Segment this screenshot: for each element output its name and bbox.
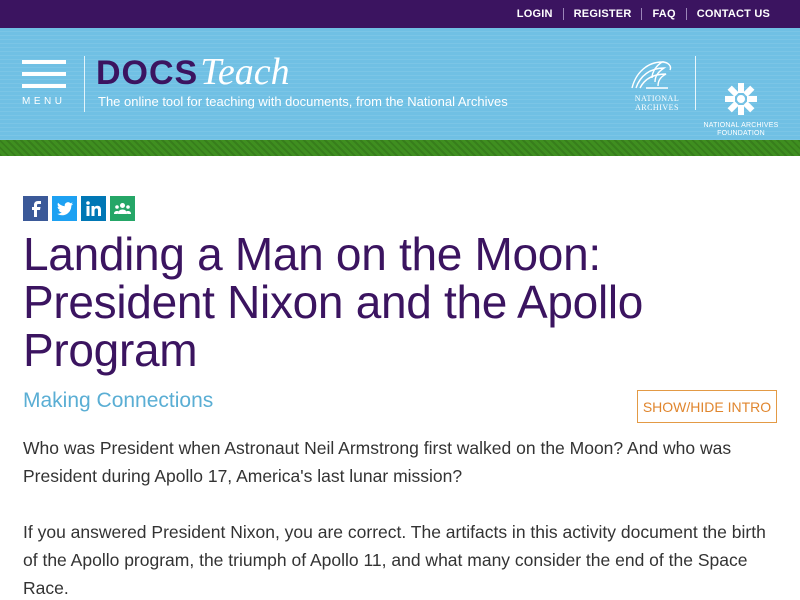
hamburger-icon — [22, 60, 66, 64]
utility-nav: LOGIN REGISTER FAQ CONTACT US — [517, 0, 770, 28]
linkedin-icon — [86, 201, 101, 216]
login-link[interactable]: LOGIN — [517, 8, 553, 20]
national-archives-label: NATIONAL ARCHIVES — [634, 94, 680, 112]
google-classroom-share-button[interactable] — [110, 196, 135, 221]
intro-paragraph: If you answered President Nixon, you are… — [23, 522, 766, 598]
top-utility-bar: LOGIN REGISTER FAQ CONTACT US — [0, 0, 800, 28]
divider — [685, 8, 687, 20]
logo-teach-text: Teach — [200, 51, 290, 93]
contact-us-link[interactable]: CONTACT US — [697, 8, 770, 20]
facebook-share-button[interactable] — [23, 196, 48, 221]
twitter-icon — [56, 201, 73, 215]
menu-label: MENU — [22, 96, 66, 107]
share-buttons — [23, 196, 135, 221]
google-classroom-icon — [114, 203, 131, 214]
linkedin-share-button[interactable] — [81, 196, 106, 221]
site-tagline: The online tool for teaching with docume… — [98, 94, 508, 109]
menu-button[interactable]: MENU — [22, 58, 68, 108]
hamburger-icon — [22, 84, 66, 88]
docsteach-logo[interactable]: DOCS Teach — [96, 50, 290, 94]
page-title: Landing a Man on the Moon: President Nix… — [23, 228, 644, 376]
activity-type-link[interactable]: Making Connections — [23, 389, 213, 413]
foundation-star-icon[interactable] — [724, 82, 758, 116]
decorative-strip — [0, 140, 800, 156]
logo-docs-text: DOCS — [96, 54, 199, 92]
hamburger-icon — [22, 72, 66, 76]
faq-link[interactable]: FAQ — [652, 8, 675, 20]
twitter-share-button[interactable] — [52, 196, 77, 221]
foundation-label: NATIONAL ARCHIVES FOUNDATION — [703, 122, 779, 137]
divider — [695, 56, 696, 110]
register-link[interactable]: REGISTER — [574, 8, 632, 20]
facebook-icon — [31, 200, 41, 217]
divider — [562, 8, 564, 20]
show-hide-intro-button[interactable]: SHOW/HIDE INTRO — [637, 390, 777, 423]
divider — [84, 56, 85, 112]
intro-paragraph: Who was President when Astronaut Neil Ar… — [23, 438, 732, 486]
divider — [641, 8, 643, 20]
intro-text: Who was President when Astronaut Neil Ar… — [23, 434, 783, 600]
site-header: MENU DOCS Teach The online tool for teac… — [0, 28, 800, 140]
